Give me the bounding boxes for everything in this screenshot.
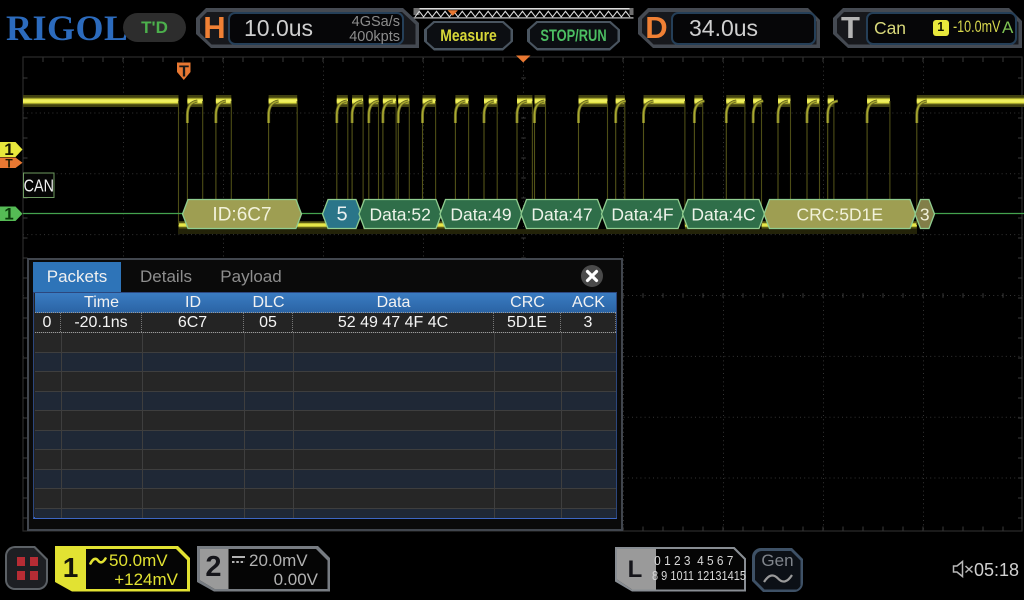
svg-text:1: 1 <box>4 205 13 224</box>
svg-text:T: T <box>179 64 189 81</box>
svg-text:ID:6C7: ID:6C7 <box>212 205 271 226</box>
svg-text:5: 5 <box>336 204 347 226</box>
svg-text:Data:49: Data:49 <box>450 205 511 225</box>
svg-text:CAN: CAN <box>24 177 54 196</box>
svg-text:Data:4C: Data:4C <box>691 205 755 225</box>
svg-text:Data:52: Data:52 <box>370 205 431 225</box>
svg-text:3: 3 <box>920 205 930 225</box>
svg-text:Data:47: Data:47 <box>531 205 592 225</box>
svg-text:CRC:5D1E: CRC:5D1E <box>797 205 884 225</box>
svg-text:Data:4F: Data:4F <box>611 205 673 225</box>
svg-text:T: T <box>5 157 13 171</box>
